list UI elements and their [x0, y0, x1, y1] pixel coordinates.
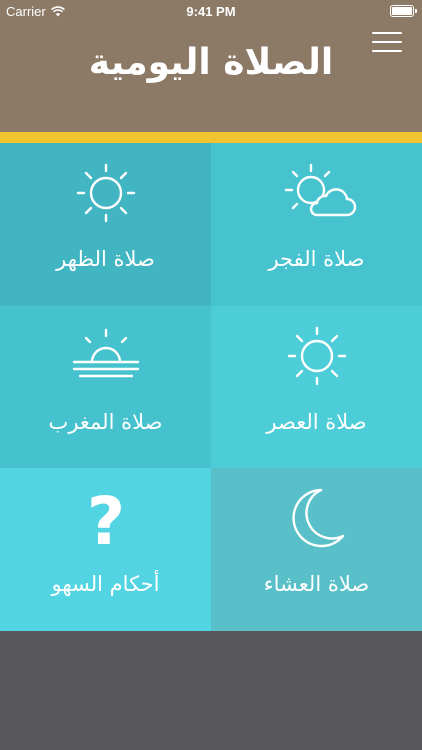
- tile-label: صلاة العشاء: [263, 572, 370, 596]
- sunset-icon: [66, 322, 146, 390]
- page-title: الصلاة اليومية: [88, 42, 334, 83]
- tile-dhuhr[interactable]: صلاة الظهر: [0, 143, 211, 306]
- menu-line: [372, 32, 402, 34]
- tile-isha[interactable]: صلاة العشاء: [211, 468, 422, 631]
- tile-sahw[interactable]: ? أحكام السهو: [0, 468, 211, 631]
- tile-label: أحكام السهو: [51, 572, 160, 596]
- sun-icon: [66, 159, 146, 227]
- tile-fajr[interactable]: صلاة الفجر: [211, 143, 422, 306]
- menu-line: [372, 41, 402, 43]
- status-bar: Carrier 9:41 PM: [0, 0, 422, 24]
- battery-icon: [390, 5, 417, 17]
- tile-asr[interactable]: صلاة العصر: [211, 306, 422, 469]
- tile-maghrib[interactable]: صلاة المغرب: [0, 306, 211, 469]
- svg-text:?: ?: [86, 484, 124, 552]
- app-header: الصلاة اليومية: [0, 24, 422, 132]
- sun-cloud-icon: [277, 159, 357, 227]
- crescent-moon-icon: [277, 484, 357, 552]
- tile-label: صلاة المغرب: [48, 410, 163, 434]
- question-mark-icon: ?: [66, 483, 146, 560]
- tile-label: صلاة الفجر: [268, 247, 365, 271]
- tile-label: صلاة العصر: [266, 410, 367, 434]
- tile-label: صلاة الظهر: [56, 247, 155, 271]
- status-time: 9:41 PM: [186, 4, 236, 19]
- sun-icon: [277, 322, 357, 390]
- menu-button[interactable]: [372, 32, 402, 52]
- menu-line: [372, 50, 402, 52]
- accent-divider: [0, 132, 422, 143]
- prayer-grid: صلاة الفجر صلاة الظهر صلاة العصر صلاة ال…: [0, 143, 422, 631]
